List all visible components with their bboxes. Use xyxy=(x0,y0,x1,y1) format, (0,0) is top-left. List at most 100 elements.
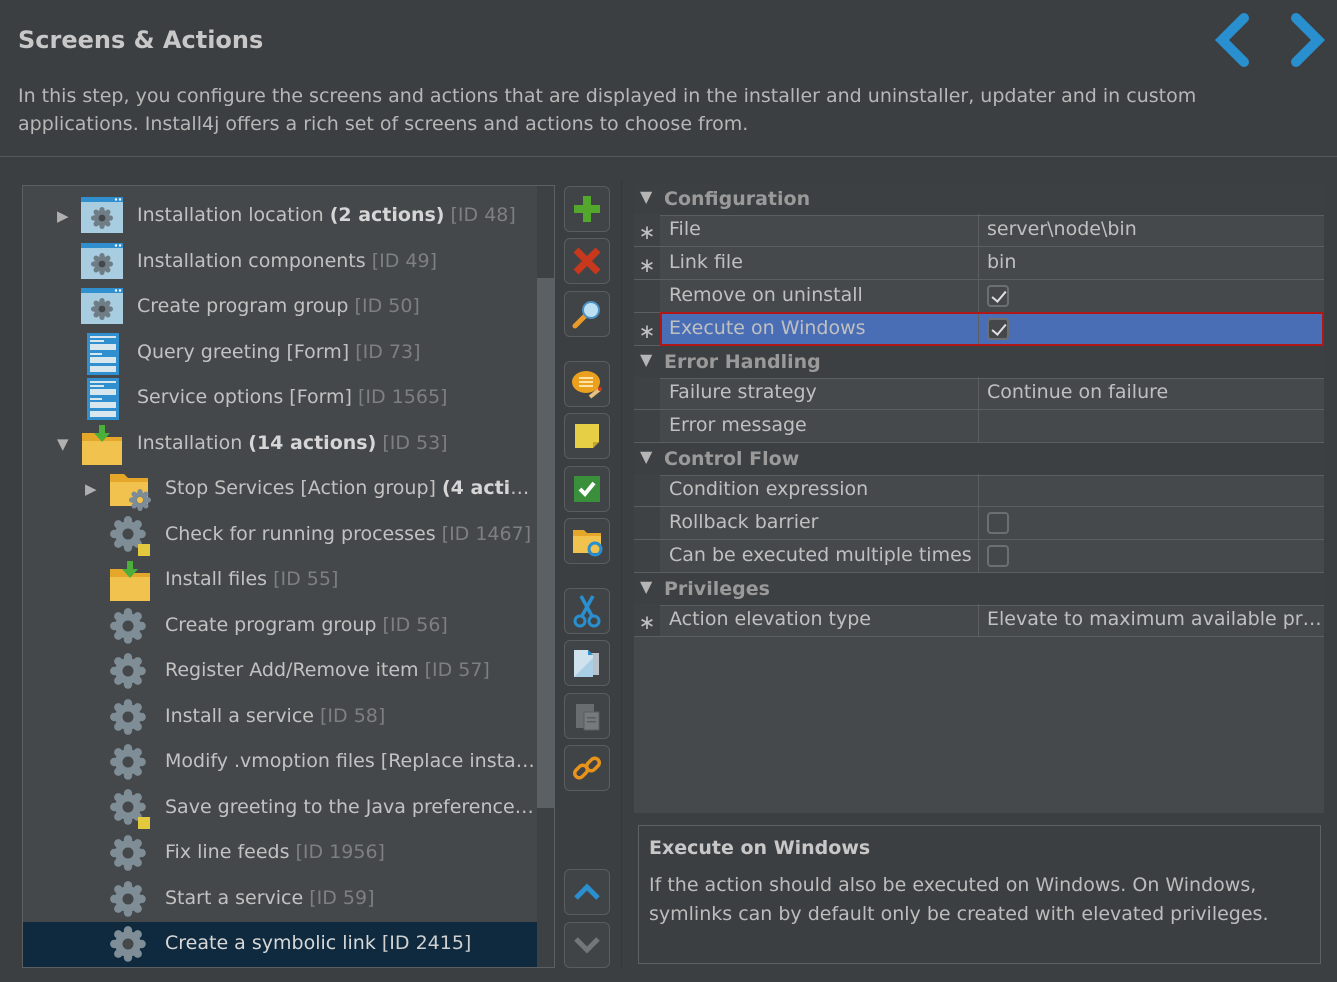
forward-button[interactable] xyxy=(1278,12,1334,68)
expand-arrow-icon[interactable]: ▼ xyxy=(640,447,652,466)
tree-item[interactable]: Installation components [ID 49] xyxy=(23,240,537,285)
tree-item[interactable]: Start a service [ID 59] xyxy=(23,877,537,922)
tree-item-label: Save greeting to the Java preference st.… xyxy=(165,796,537,818)
delete-button[interactable] xyxy=(564,238,610,284)
move-down-button[interactable] xyxy=(564,922,610,968)
check-button[interactable] xyxy=(564,466,610,512)
tree-item[interactable]: Install files [ID 55] xyxy=(23,558,537,603)
property-value xyxy=(978,280,1324,312)
tree-item[interactable]: Modify .vmoption files [Replace install.… xyxy=(23,740,537,785)
tree-item[interactable]: Create program group [ID 50] xyxy=(23,285,537,330)
help-text: If the action should also be executed on… xyxy=(649,874,1269,925)
property-row[interactable]: Error message xyxy=(634,410,1324,443)
tree-item-label: Create a symbolic link [ID 2415] xyxy=(165,932,471,954)
page-description: In this step, you configure the screens … xyxy=(18,85,1197,135)
search-button[interactable] xyxy=(564,291,610,337)
property-row[interactable]: Rollback barrier xyxy=(634,507,1324,540)
expand-arrow-icon[interactable]: ▼ xyxy=(640,187,652,206)
expand-arrow-icon[interactable]: ▼ xyxy=(57,436,71,452)
collapse-arrow-icon[interactable]: ▶ xyxy=(57,208,71,224)
tree-item[interactable]: Create program group [ID 56] xyxy=(23,604,537,649)
tree-item[interactable]: Register Add/Remove item [ID 57] xyxy=(23,649,537,694)
property-checkbox[interactable] xyxy=(987,285,1009,307)
property-value[interactable]: Continue on failure xyxy=(978,377,1324,409)
property-row[interactable]: Failure strategy Continue on failure xyxy=(634,377,1324,410)
copy-button[interactable] xyxy=(564,640,610,686)
property-row[interactable]: Remove on uninstall xyxy=(634,280,1324,313)
tree-item-count: (2 actions) xyxy=(329,204,445,226)
action-group-icon xyxy=(108,468,152,512)
note-button[interactable] xyxy=(564,413,610,459)
tree-item[interactable]: Service options [Form] [ID 1565] xyxy=(23,376,537,421)
screens-actions-tree[interactable]: ▶ Installation location (2 actions) [ID 4… xyxy=(22,185,555,968)
tree-item-id: [ID 55] xyxy=(273,568,339,590)
property-name: Rollback barrier xyxy=(669,511,819,533)
comment-button[interactable] xyxy=(564,361,610,407)
tree-item[interactable]: Fix line feeds [ID 1956] xyxy=(23,831,537,876)
folder-button[interactable] xyxy=(564,518,610,564)
tree-item[interactable]: ▶ Stop Services [Action group] (4 action.… xyxy=(23,467,537,512)
tree-item-id: [ID 49] xyxy=(371,249,437,272)
link-button[interactable] xyxy=(564,745,610,791)
tree-item-id: [ID 50] xyxy=(354,295,420,317)
property-value[interactable]: server\node\bin xyxy=(978,214,1324,246)
gear-icon xyxy=(108,878,152,922)
property-name: Link file xyxy=(669,251,743,273)
chevron-left-icon xyxy=(1214,13,1249,67)
screen-icon xyxy=(80,241,124,285)
tree-item[interactable]: Query greeting [Form] [ID 73] xyxy=(23,331,537,376)
property-checkbox[interactable] xyxy=(987,545,1009,567)
x-icon xyxy=(572,246,602,276)
property-category[interactable]: ▼ Error Handling xyxy=(634,346,1324,379)
property-row[interactable]: ∗ File server\node\bin xyxy=(634,214,1324,247)
tree-scrollbar-thumb[interactable] xyxy=(537,278,554,808)
header: Screens & Actions In this step, you conf… xyxy=(0,0,1337,157)
property-table[interactable]: ▼ Configuration ∗ File server\node\bin ∗ Link … xyxy=(634,183,1324,813)
property-value[interactable] xyxy=(978,410,1324,442)
cut-button[interactable] xyxy=(564,588,610,634)
tree-item-count: (4 action... xyxy=(441,477,537,499)
tree-item[interactable]: Check for running processes [ID 1467] xyxy=(23,513,537,558)
property-row[interactable]: Condition expression xyxy=(634,474,1324,507)
property-name: File xyxy=(669,218,701,240)
tree-item-id: [ID 1956] xyxy=(295,841,385,863)
category-label: Configuration xyxy=(664,188,811,210)
property-value[interactable] xyxy=(978,474,1324,506)
property-category[interactable]: ▼ Configuration xyxy=(634,183,1324,216)
move-up-button[interactable] xyxy=(564,869,610,915)
collapse-arrow-icon[interactable]: ▶ xyxy=(85,481,99,497)
property-category[interactable]: ▼ Control Flow xyxy=(634,443,1324,476)
gear-icon xyxy=(108,832,152,876)
tree-item[interactable]: Install a service [ID 58] xyxy=(23,695,537,740)
tree-item-id: [ID 48] xyxy=(444,204,516,226)
tree-item-label: Modify .vmoption files [Replace install.… xyxy=(165,750,537,772)
property-row[interactable]: ∗ Link file bin xyxy=(634,247,1324,280)
property-checkbox[interactable] xyxy=(987,512,1009,534)
property-row[interactable]: ∗ Action elevation type Elevate to maximum… xyxy=(634,604,1324,637)
gear-icon xyxy=(108,650,152,694)
property-category[interactable]: ▼ Privileges xyxy=(634,573,1324,606)
expand-arrow-icon[interactable]: ▼ xyxy=(640,350,652,369)
add-button[interactable] xyxy=(564,186,610,232)
expand-arrow-icon[interactable]: ▼ xyxy=(640,577,652,596)
tree-item-label: Install files [ID 55] xyxy=(165,568,338,590)
property-row[interactable]: ∗ Execute on Windows xyxy=(634,312,1324,346)
property-value[interactable]: Elevate to maximum available privi... xyxy=(978,604,1324,636)
tree-item-label: Register Add/Remove item [ID 57] xyxy=(165,659,490,681)
tree-item-name: Create a symbolic link xyxy=(165,932,382,954)
back-button[interactable] xyxy=(1206,12,1262,68)
property-name: Condition expression xyxy=(669,478,869,500)
paste-button[interactable] xyxy=(564,693,610,739)
tree-item[interactable]: ▼ Installation (14 actions) [ID 53] xyxy=(23,422,537,467)
chevron-right-icon xyxy=(1291,13,1326,67)
property-row[interactable]: Can be executed multiple times xyxy=(634,540,1324,573)
property-value[interactable]: bin xyxy=(978,247,1324,279)
divider xyxy=(621,180,622,970)
tree-item[interactable]: Save greeting to the Java preference st.… xyxy=(23,786,537,831)
required-marker xyxy=(634,540,660,572)
tree-item[interactable]: ▶ Installation location (2 actions) [ID 4… xyxy=(23,194,537,239)
tree-item-name: Install a service xyxy=(165,704,321,727)
tree-item[interactable]: Create a symbolic link [ID 2415] xyxy=(23,922,537,967)
scissors-icon xyxy=(572,594,602,628)
gear-note-icon xyxy=(108,514,152,558)
